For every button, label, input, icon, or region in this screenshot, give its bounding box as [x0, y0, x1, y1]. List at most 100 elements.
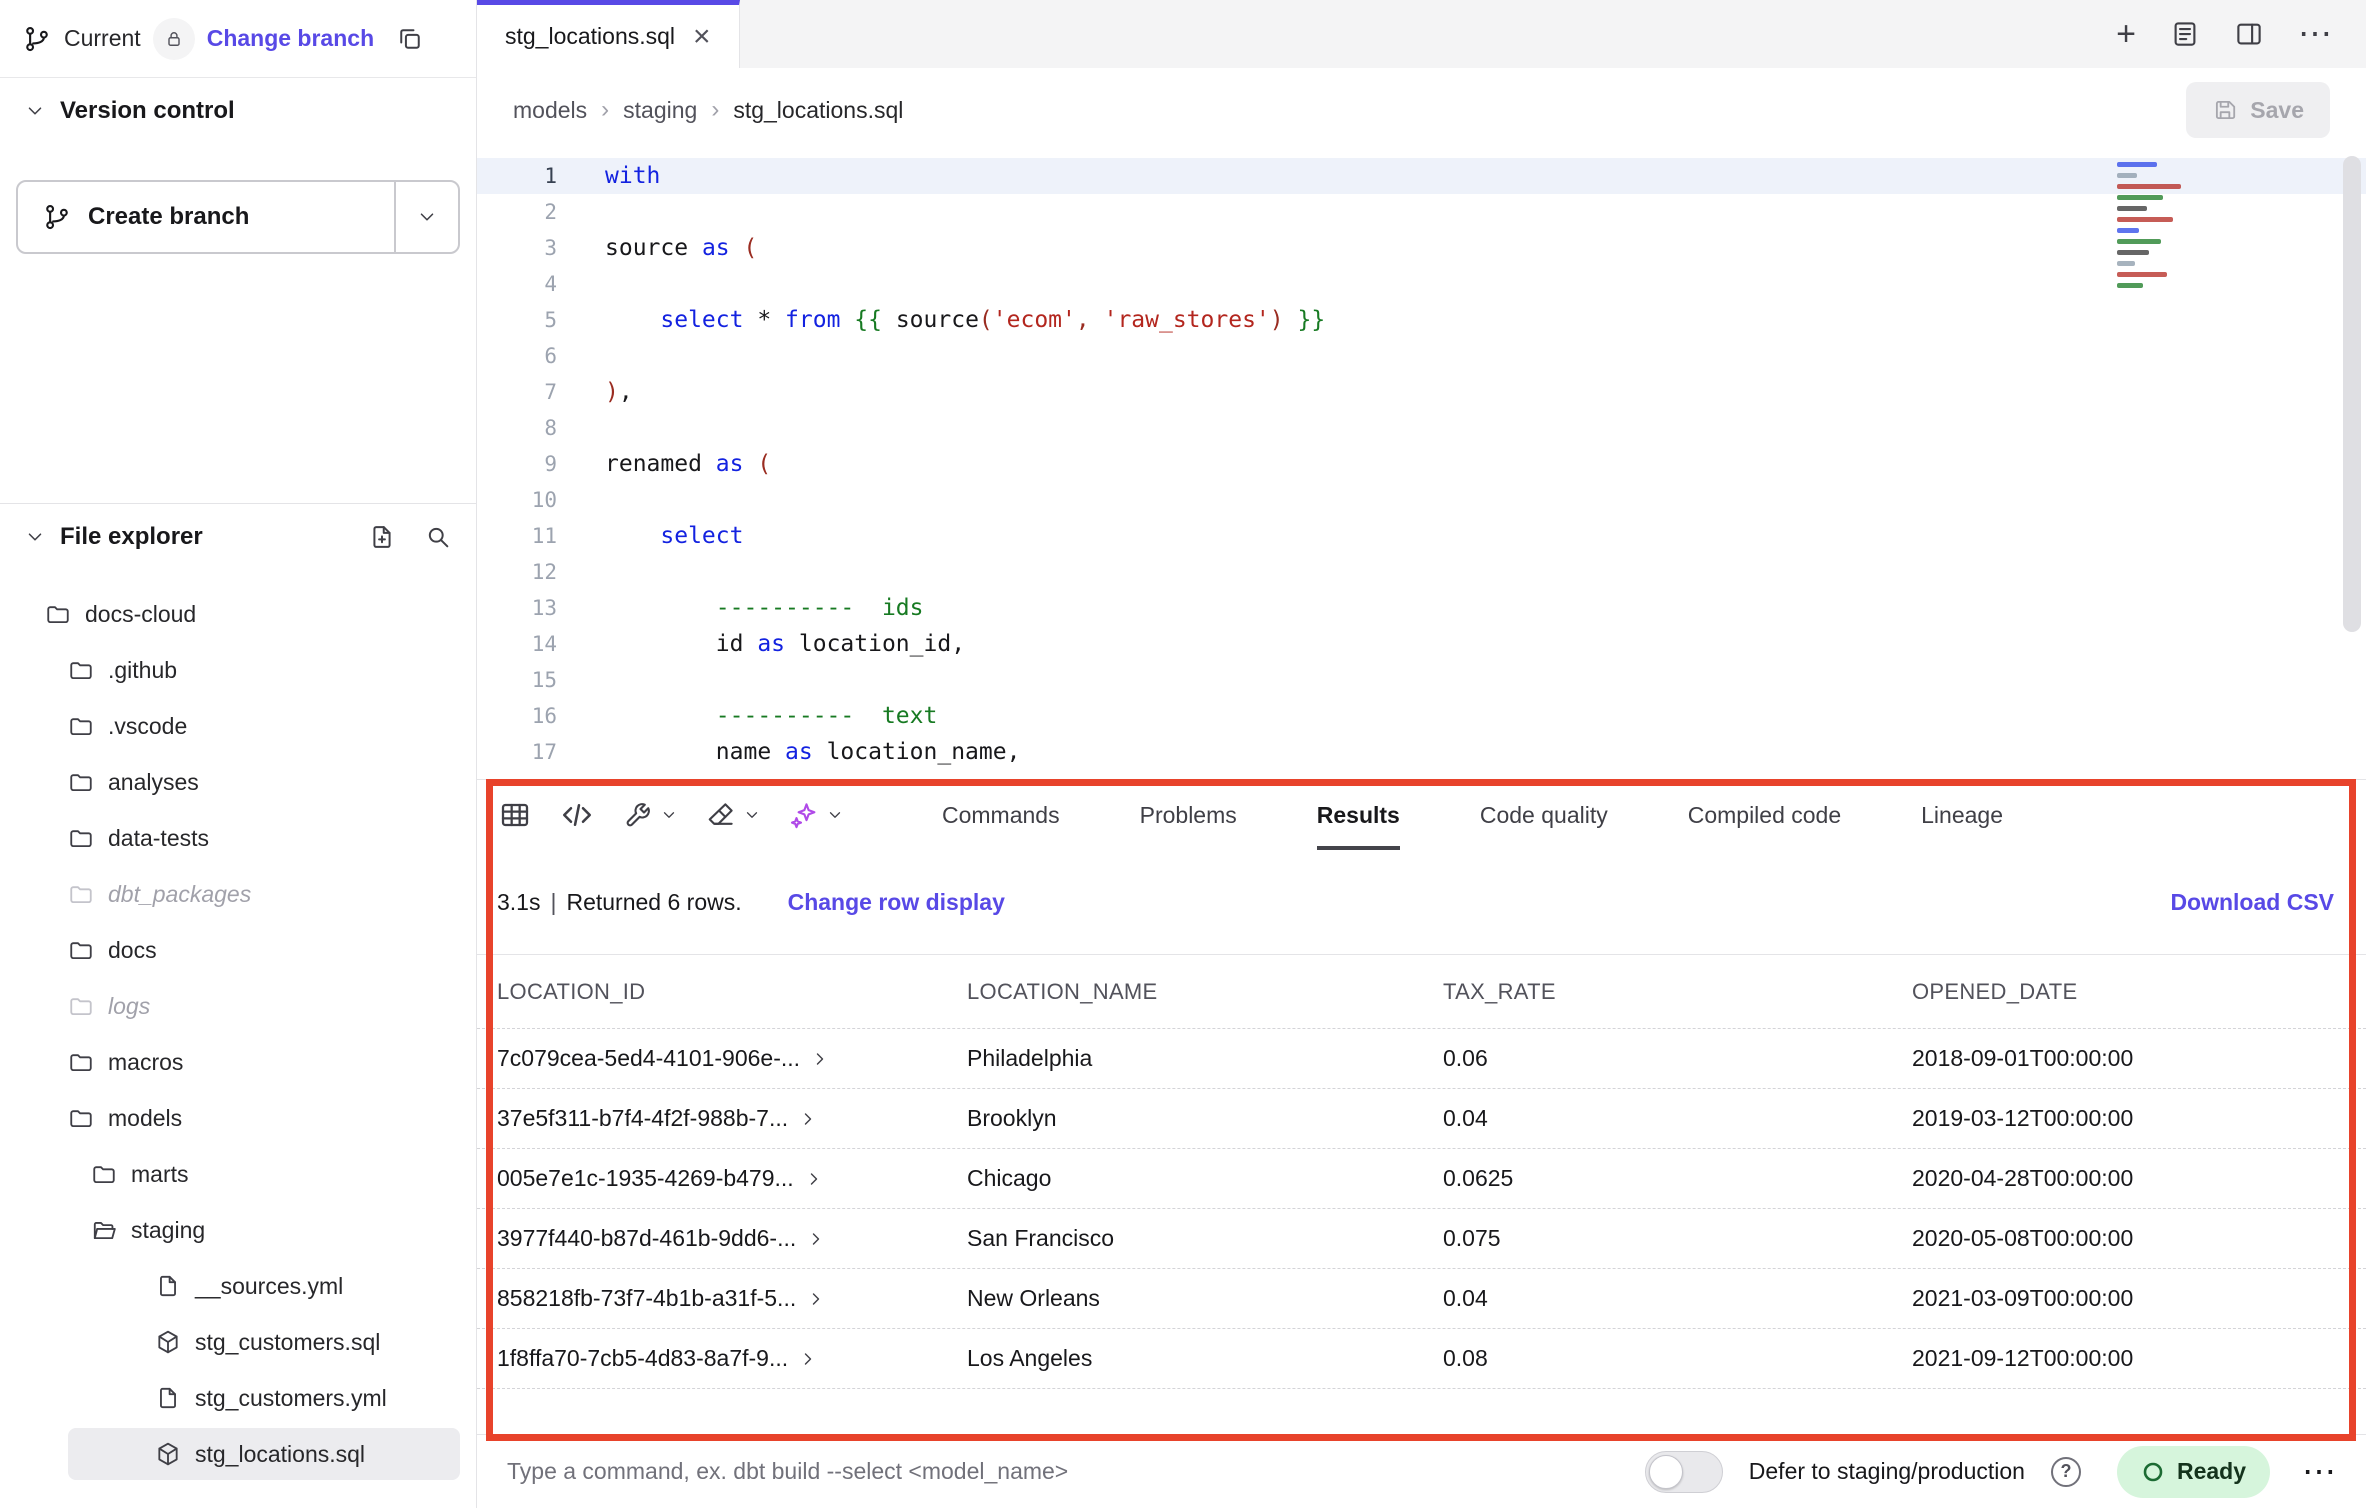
- sql-code-button[interactable]: [559, 797, 595, 833]
- download-csv-link[interactable]: Download CSV: [2170, 889, 2334, 916]
- editor-scrollbar[interactable]: [2343, 156, 2361, 632]
- code-line[interactable]: 7),: [477, 374, 2366, 410]
- defer-toggle[interactable]: [1645, 1451, 1723, 1493]
- panel-tab-commands[interactable]: Commands: [942, 780, 1060, 850]
- file-tree-item-data-tests[interactable]: data-tests: [0, 810, 476, 866]
- panel-tab-problems[interactable]: Problems: [1140, 780, 1237, 850]
- file-tree-item-marts[interactable]: marts: [0, 1146, 476, 1202]
- expand-cell-icon[interactable]: [810, 1049, 830, 1069]
- file-tree-item-label: docs: [108, 937, 157, 964]
- file-tree-item-vscode[interactable]: .vscode: [0, 698, 476, 754]
- notebook-icon[interactable]: [2170, 19, 2200, 49]
- file-tree-item-docs[interactable]: docs: [0, 922, 476, 978]
- file-tree-item-analyses[interactable]: analyses: [0, 754, 476, 810]
- file-tree-item-staging[interactable]: staging: [0, 1202, 476, 1258]
- line-number: 5: [477, 302, 557, 338]
- help-icon[interactable]: ?: [2051, 1457, 2081, 1487]
- file-tree-item-label: macros: [108, 1049, 183, 1076]
- table-row[interactable]: 858218fb-73f7-4b1b-a31f-5...New Orleans0…: [477, 1269, 2366, 1329]
- file-tree-item-label: stg_customers.sql: [195, 1329, 380, 1356]
- folder-icon: [68, 657, 94, 683]
- code-line[interactable]: 6: [477, 338, 2366, 374]
- code-line[interactable]: 2: [477, 194, 2366, 230]
- editor-more-icon[interactable]: ⋯: [2298, 17, 2332, 51]
- copy-branch-icon[interactable]: [396, 25, 424, 53]
- code-line[interactable]: 15: [477, 662, 2366, 698]
- create-branch-main[interactable]: Create branch: [18, 182, 394, 252]
- table-row[interactable]: 1f8ffa70-7cb5-4d83-8a7f-9...Los Angeles0…: [477, 1329, 2366, 1389]
- expand-cell-icon[interactable]: [798, 1109, 818, 1129]
- file-tree-item-macros[interactable]: macros: [0, 1034, 476, 1090]
- tabbar-actions: + ⋯: [2116, 0, 2366, 68]
- column-header[interactable]: OPENED_DATE: [1912, 979, 2346, 1005]
- code-line-text: id as location_id,: [557, 626, 965, 662]
- create-branch-dropdown[interactable]: [394, 182, 458, 252]
- code-line[interactable]: 1with: [477, 158, 2366, 194]
- code-line[interactable]: 8: [477, 410, 2366, 446]
- line-number: 12: [477, 554, 557, 590]
- panel-tab-code-quality[interactable]: Code quality: [1480, 780, 1608, 850]
- table-view-button[interactable]: [499, 799, 531, 831]
- code-line[interactable]: 10: [477, 482, 2366, 518]
- code-line[interactable]: 11 select: [477, 518, 2366, 554]
- expand-cell-icon[interactable]: [806, 1289, 826, 1309]
- expand-cell-icon[interactable]: [806, 1229, 826, 1249]
- file-tree-item-docs-cloud[interactable]: docs-cloud: [0, 586, 476, 642]
- query-time: 3.1s: [497, 889, 540, 916]
- column-header[interactable]: LOCATION_NAME: [967, 979, 1443, 1005]
- file-tree-item-stg-customers-sql[interactable]: stg_customers.sql: [0, 1314, 476, 1370]
- code-line[interactable]: 3source as (: [477, 230, 2366, 266]
- breadcrumb-item[interactable]: models: [513, 97, 587, 124]
- column-header[interactable]: LOCATION_ID: [497, 979, 967, 1005]
- breadcrumb-item[interactable]: stg_locations.sql: [733, 97, 903, 124]
- table-row[interactable]: 7c079cea-5ed4-4101-906e-...Philadelphia0…: [477, 1029, 2366, 1089]
- table-row[interactable]: 3977f440-b87d-461b-9dd6-... San Francisco…: [477, 1209, 2366, 1269]
- expand-cell-icon[interactable]: [798, 1349, 818, 1369]
- new-tab-icon[interactable]: +: [2116, 17, 2136, 51]
- save-button[interactable]: Save: [2186, 82, 2330, 138]
- build-options-button[interactable]: [623, 800, 678, 830]
- panel-tab-lineage[interactable]: Lineage: [1921, 780, 2003, 850]
- format-options-button[interactable]: [706, 800, 761, 830]
- command-input[interactable]: [507, 1458, 1619, 1485]
- create-branch-button[interactable]: Create branch: [16, 180, 460, 254]
- minimap[interactable]: [2117, 162, 2262, 288]
- search-icon[interactable]: [424, 523, 452, 551]
- file-explorer-header[interactable]: File explorer: [0, 504, 476, 570]
- code-line[interactable]: 4: [477, 266, 2366, 302]
- file-tree-item-sources-yml[interactable]: __sources.yml: [0, 1258, 476, 1314]
- code-line[interactable]: 14 id as location_id,: [477, 626, 2366, 662]
- table-row[interactable]: 005e7e1c-1935-4269-b479...Chicago0.06252…: [477, 1149, 2366, 1209]
- change-row-display-link[interactable]: Change row display: [788, 889, 1005, 916]
- expand-cell-icon[interactable]: [804, 1169, 824, 1189]
- code-line[interactable]: 13 ---------- ids: [477, 590, 2366, 626]
- panel-tab-compiled-code[interactable]: Compiled code: [1688, 780, 1841, 850]
- code-area[interactable]: 1with23source as (45 select * from {{ so…: [477, 152, 2366, 770]
- version-control-header[interactable]: Version control: [0, 78, 476, 144]
- panel-tab-results[interactable]: Results: [1317, 780, 1400, 850]
- folder-icon: [45, 601, 71, 627]
- change-branch-link[interactable]: Change branch: [207, 25, 374, 52]
- copilot-button[interactable]: [789, 800, 844, 830]
- file-tree-item-stg-locations-sql[interactable]: stg_locations.sql: [0, 1426, 476, 1482]
- editor-tab-stg-locations[interactable]: stg_locations.sql ×: [477, 0, 740, 68]
- code-line[interactable]: 12: [477, 554, 2366, 590]
- code-line[interactable]: 9renamed as (: [477, 446, 2366, 482]
- command-more-icon[interactable]: ⋯: [2302, 1452, 2336, 1492]
- breadcrumb-item[interactable]: staging: [623, 97, 697, 124]
- code-line[interactable]: 16 ---------- text: [477, 698, 2366, 734]
- column-header[interactable]: TAX_RATE: [1443, 979, 1912, 1005]
- file-tree-item-dbt-packages[interactable]: dbt_packages: [0, 866, 476, 922]
- new-file-icon[interactable]: [368, 523, 396, 551]
- file-tree-item-github[interactable]: .github: [0, 642, 476, 698]
- code-line[interactable]: 5 select * from {{ source('ecom', 'raw_s…: [477, 302, 2366, 338]
- file-tree-item-stg-customers-yml[interactable]: stg_customers.yml: [0, 1370, 476, 1426]
- file-tree-item-models[interactable]: models: [0, 1090, 476, 1146]
- table-cell: San Francisco: [967, 1225, 1443, 1252]
- cell-text: 3977f440-b87d-461b-9dd6-...: [497, 1225, 796, 1252]
- table-row[interactable]: 37e5f311-b7f4-4f2f-988b-7...Brooklyn0.04…: [477, 1089, 2366, 1149]
- split-editor-icon[interactable]: [2234, 19, 2264, 49]
- tab-close-icon[interactable]: ×: [693, 22, 711, 52]
- code-line[interactable]: 17 name as location_name,: [477, 734, 2366, 770]
- file-tree-item-logs[interactable]: logs: [0, 978, 476, 1034]
